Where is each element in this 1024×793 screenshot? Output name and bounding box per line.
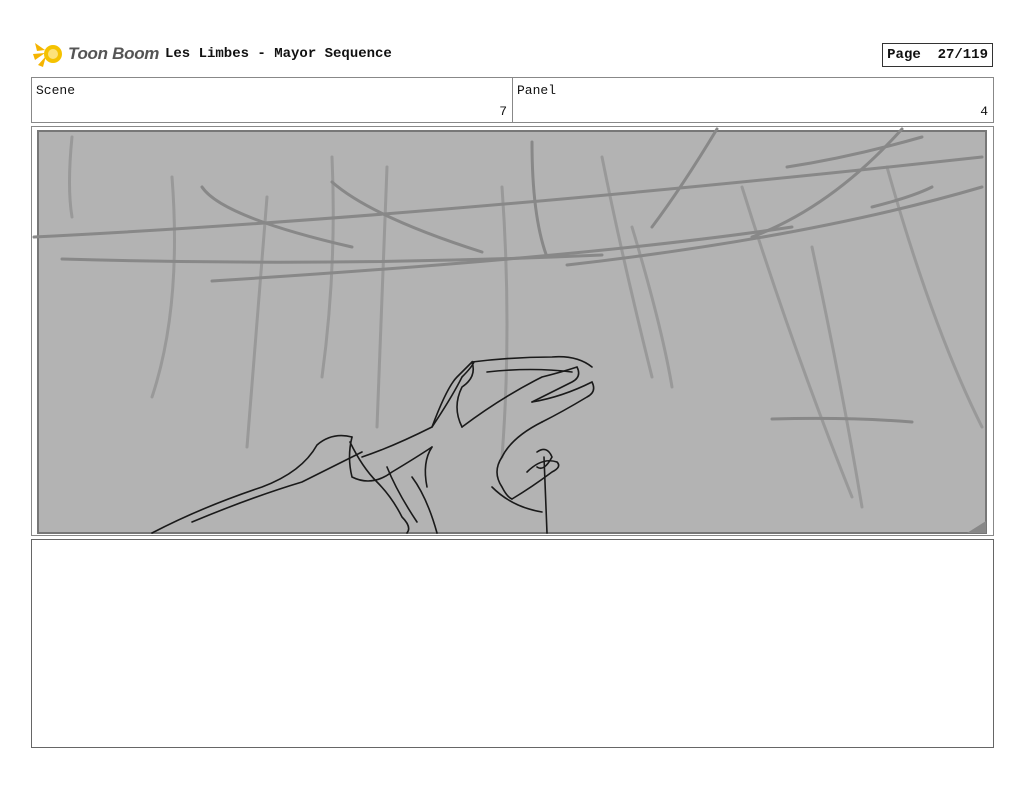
storyboard-panel — [31, 126, 994, 536]
page-number: 27/119 — [937, 47, 988, 63]
logo-text: Toon Boom — [68, 44, 160, 63]
scene-cell: Scene 7 — [32, 78, 512, 122]
notes-area — [31, 539, 994, 748]
page-indicator: Page 27/119 — [882, 43, 993, 67]
header: Toon Boom Les Limbes - Mayor Sequence Pa… — [31, 40, 993, 70]
sparkle-icon — [33, 43, 62, 67]
page-label: Page — [887, 47, 921, 63]
panel-cell: Panel 4 — [512, 78, 993, 122]
scene-panel-row: Scene 7 Panel 4 — [31, 77, 994, 123]
scene-label: Scene — [36, 83, 76, 98]
document-title: Les Limbes - Mayor Sequence — [165, 46, 392, 62]
panel-number: 4 — [980, 104, 988, 119]
scene-number: 7 — [499, 104, 507, 119]
panel-sketch — [32, 127, 987, 534]
panel-label: Panel — [517, 83, 557, 98]
toon-boom-logo: Toon Boom — [31, 40, 161, 70]
